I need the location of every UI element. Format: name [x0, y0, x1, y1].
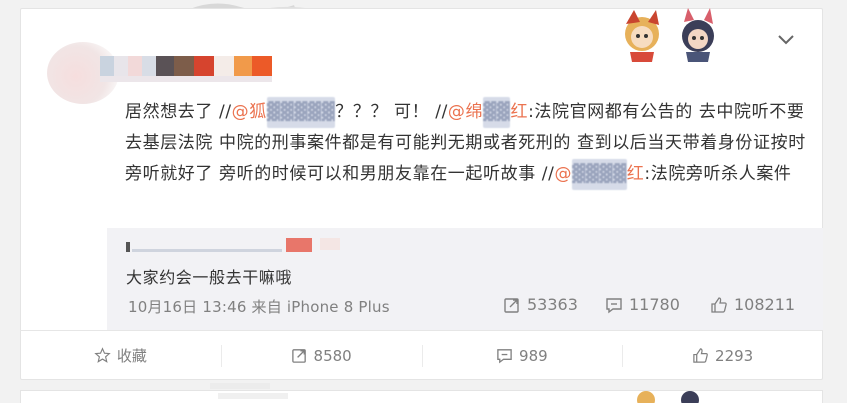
quoted-text: 大家约会一般去干嘛哦	[126, 268, 293, 287]
sticker-icon	[625, 8, 714, 62]
mention-link[interactable]: @绵▓▓红	[448, 97, 528, 128]
chevron-down-icon[interactable]	[775, 30, 797, 48]
quoted-repost-count[interactable]: 53363	[503, 295, 578, 314]
quoted-like-count[interactable]: 108211	[710, 295, 795, 314]
comment-icon	[606, 297, 622, 313]
star-icon	[94, 347, 111, 363]
repost-button[interactable]: 8580	[220, 331, 422, 380]
watermark-bottom	[210, 383, 288, 399]
favorite-button[interactable]: 收藏	[20, 331, 221, 380]
thumbs-up-icon	[711, 296, 727, 313]
like-button[interactable]: 2293	[622, 331, 823, 380]
action-bar: 收藏 8580 989 2293	[20, 330, 823, 380]
post-text: 居然想去了 //@狐▓▓▓▓▓？？？ 可！ //@绵▓▓红:法院官网都有公告的 …	[125, 97, 815, 190]
comment-button[interactable]: 989	[421, 331, 623, 380]
repost-icon	[504, 297, 519, 313]
mention-link[interactable]: @狐▓▓▓▓▓	[232, 97, 336, 128]
quoted-comment-count[interactable]: 11780	[605, 295, 680, 314]
repost-icon	[291, 349, 306, 363]
quoted-meta[interactable]: 10月16日 13:46 来自 iPhone 8 Plus	[128, 296, 390, 317]
thumbs-up-icon	[693, 348, 708, 363]
mention-link[interactable]: @▓▓▓▓红	[554, 159, 644, 190]
comment-icon	[497, 349, 512, 364]
sticker-icon	[637, 391, 699, 403]
